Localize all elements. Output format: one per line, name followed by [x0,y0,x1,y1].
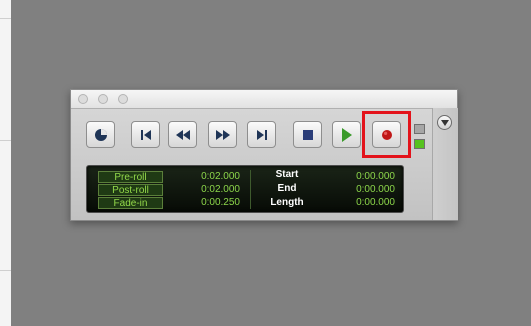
transport-window: Pre-roll 0:02.000 Start 0:00.000 Post-ro… [70,89,458,221]
background-window-edge [0,0,11,326]
window-menu-button[interactable] [437,115,452,130]
fast-forward-button[interactable] [208,121,237,148]
divider [0,18,11,19]
online-button[interactable] [86,121,115,148]
play-icon [341,127,352,142]
skip-forward-icon [256,129,267,140]
online-icon [94,128,107,141]
zoom-window-button[interactable] [118,94,128,104]
pre-roll-button[interactable]: Pre-roll [98,171,163,183]
divider [0,140,11,141]
post-roll-button[interactable]: Post-roll [98,184,163,196]
length-value[interactable]: 0:00.000 [322,197,395,209]
return-to-zero-button[interactable] [131,121,160,148]
rewind-button[interactable] [168,121,197,148]
end-value[interactable]: 0:00.000 [322,184,395,196]
title-bar[interactable] [71,90,457,109]
counter-display: Pre-roll 0:02.000 Start 0:00.000 Post-ro… [86,165,404,213]
chevron-down-icon [440,119,449,126]
pre-roll-value[interactable]: 0:02.000 [177,171,240,183]
skip-back-icon [140,129,151,140]
length-label: Length [270,197,304,208]
play-button[interactable] [332,121,361,148]
end-label: End [277,183,297,194]
midi-indicator[interactable] [414,124,425,134]
divider [250,170,251,209]
stop-button[interactable] [293,121,322,148]
online-indicator[interactable] [414,139,425,149]
fast-forward-icon [215,129,230,140]
minimize-window-button[interactable] [98,94,108,104]
start-value[interactable]: 0:00.000 [322,171,395,183]
divider [0,270,11,271]
close-window-button[interactable] [78,94,88,104]
fade-in-button[interactable]: Fade-in [98,197,163,209]
fade-in-value[interactable]: 0:00.250 [177,197,240,209]
start-label: Start [275,169,299,180]
post-roll-value[interactable]: 0:02.000 [177,184,240,196]
rewind-icon [175,129,190,140]
record-highlight-box [362,111,411,158]
go-to-end-button[interactable] [247,121,276,148]
stop-icon [302,129,313,140]
